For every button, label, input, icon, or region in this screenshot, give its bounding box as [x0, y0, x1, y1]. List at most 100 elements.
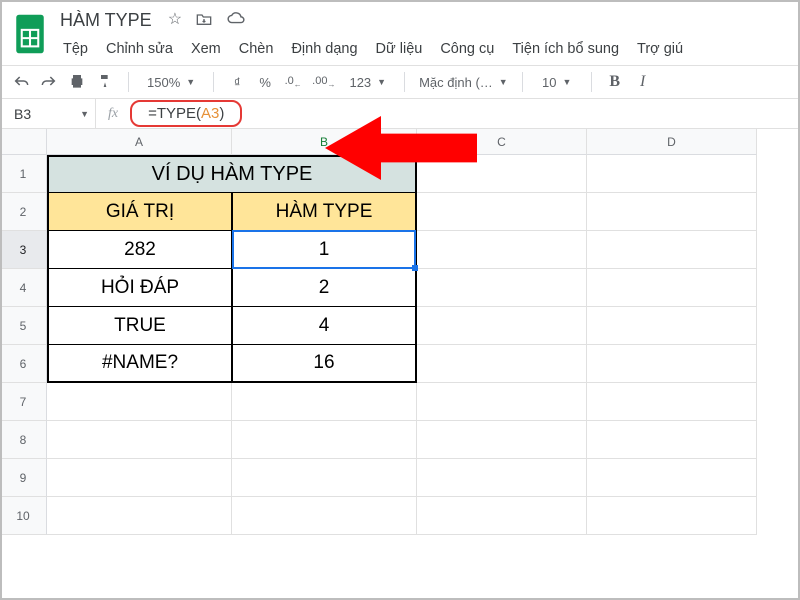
number-format-label: 123 [349, 75, 371, 90]
chevron-down-icon: ▼ [80, 109, 89, 119]
cell-d8[interactable] [587, 421, 757, 459]
cell-a1[interactable]: VÍ DỤ HÀM TYPE [47, 155, 417, 193]
cell-a5[interactable]: TRUE [47, 307, 232, 345]
row-header-6[interactable]: 6 [0, 345, 47, 383]
cell-c8[interactable] [417, 421, 587, 459]
italic-button[interactable]: I [634, 73, 652, 91]
star-icon[interactable]: ☆ [168, 12, 182, 30]
cell-d3[interactable] [587, 231, 757, 269]
cell-a9[interactable] [47, 459, 232, 497]
cell-a2[interactable]: GIÁ TRỊ [47, 193, 232, 231]
chevron-down-icon: ▼ [377, 77, 386, 87]
cell-d7[interactable] [587, 383, 757, 421]
font-family-label: Mặc định (… [419, 75, 493, 90]
menu-edit[interactable]: Chỉnh sửa [103, 39, 176, 59]
row-header-10[interactable]: 10 [0, 497, 47, 535]
bold-button[interactable]: B [606, 73, 624, 91]
row-header-1[interactable]: 1 [0, 155, 47, 193]
name-box-value: B3 [14, 106, 31, 122]
cell-a10[interactable] [47, 497, 232, 535]
menu-bar: Tệp Chỉnh sửa Xem Chèn Định dạng Dữ liệu… [56, 33, 790, 65]
cell-a3[interactable]: 282 [47, 231, 232, 269]
undo-button[interactable] [12, 74, 30, 91]
cloud-status-icon[interactable] [226, 12, 246, 30]
font-family-dropdown[interactable]: Mặc định (… ▼ [419, 75, 508, 90]
spreadsheet-grid[interactable]: A B C D 1 VÍ DỤ HÀM TYPE 2 GIÁ TRỊ HÀM T… [0, 129, 800, 535]
cell-a7[interactable] [47, 383, 232, 421]
cell-c6[interactable] [417, 345, 587, 383]
cell-b3[interactable]: 1 [232, 231, 417, 269]
formula-cell-ref: A3 [201, 105, 219, 122]
cell-a8[interactable] [47, 421, 232, 459]
menu-view[interactable]: Xem [188, 39, 224, 59]
format-percent-button[interactable]: % [256, 75, 274, 90]
cell-b5[interactable]: 4 [232, 307, 417, 345]
cell-b2[interactable]: HÀM TYPE [232, 193, 417, 231]
cell-b9[interactable] [232, 459, 417, 497]
select-all-corner[interactable] [0, 129, 47, 155]
cell-d10[interactable] [587, 497, 757, 535]
column-header-b[interactable]: B [232, 129, 417, 155]
toolbar: 150% ▼ ₫ % .0← .00→ 123 ▼ Mặc định (… ▼ … [0, 65, 800, 99]
cell-d9[interactable] [587, 459, 757, 497]
cell-c9[interactable] [417, 459, 587, 497]
chevron-down-icon: ▼ [499, 77, 508, 87]
redo-button[interactable] [40, 74, 58, 91]
sheets-logo-icon[interactable] [10, 8, 50, 60]
cell-b7[interactable] [232, 383, 417, 421]
decrease-decimal-button[interactable]: .0← [284, 75, 302, 89]
format-currency-button[interactable]: ₫ [228, 75, 246, 90]
menu-addons[interactable]: Tiện ích bổ sung [509, 39, 622, 59]
name-box[interactable]: B3 ▼ [0, 106, 95, 122]
menu-tools[interactable]: Công cụ [437, 39, 497, 59]
cell-c10[interactable] [417, 497, 587, 535]
row-header-3[interactable]: 3 [0, 231, 47, 269]
cell-d2[interactable] [587, 193, 757, 231]
cell-d1[interactable] [587, 155, 757, 193]
cell-c4[interactable] [417, 269, 587, 307]
chevron-down-icon: ▼ [186, 77, 195, 87]
paint-format-button[interactable] [96, 73, 114, 92]
column-header-d[interactable]: D [587, 129, 757, 155]
column-header-a[interactable]: A [47, 129, 232, 155]
column-header-c[interactable]: C [417, 129, 587, 155]
increase-decimal-button[interactable]: .00→ [312, 75, 335, 89]
cell-c2[interactable] [417, 193, 587, 231]
cell-a6[interactable]: #NAME? [47, 345, 232, 383]
cell-c7[interactable] [417, 383, 587, 421]
cell-d5[interactable] [587, 307, 757, 345]
cell-b4[interactable]: 2 [232, 269, 417, 307]
row-header-7[interactable]: 7 [0, 383, 47, 421]
cell-d6[interactable] [587, 345, 757, 383]
cell-d4[interactable] [587, 269, 757, 307]
menu-format[interactable]: Định dạng [288, 39, 360, 59]
cell-a4[interactable]: HỎI ĐÁP [47, 269, 232, 307]
cell-b8[interactable] [232, 421, 417, 459]
row-header-9[interactable]: 9 [0, 459, 47, 497]
print-button[interactable] [68, 73, 86, 92]
formula-text-suffix: ) [219, 105, 224, 122]
menu-insert[interactable]: Chèn [236, 39, 277, 59]
cell-c1[interactable] [417, 155, 587, 193]
zoom-value: 150% [147, 75, 180, 90]
formula-input[interactable]: =TYPE(A3) [130, 100, 242, 127]
cell-b10[interactable] [232, 497, 417, 535]
menu-data[interactable]: Dữ liệu [373, 39, 426, 59]
menu-help[interactable]: Trợ giú [634, 39, 686, 59]
menu-file[interactable]: Tệp [60, 39, 91, 59]
cell-c3[interactable] [417, 231, 587, 269]
document-title[interactable]: HÀM TYPE [56, 8, 156, 33]
font-size-dropdown[interactable]: 10 ▼ [537, 75, 577, 90]
row-header-4[interactable]: 4 [0, 269, 47, 307]
zoom-dropdown[interactable]: 150% ▼ [143, 75, 199, 90]
font-size-value: 10 [542, 75, 556, 90]
row-header-2[interactable]: 2 [0, 193, 47, 231]
chevron-down-icon: ▼ [562, 77, 571, 87]
number-format-dropdown[interactable]: 123 ▼ [345, 75, 390, 90]
cell-c5[interactable] [417, 307, 587, 345]
move-icon[interactable] [196, 12, 212, 30]
row-header-8[interactable]: 8 [0, 421, 47, 459]
cell-b6[interactable]: 16 [232, 345, 417, 383]
row-header-5[interactable]: 5 [0, 307, 47, 345]
formula-text-prefix: =TYPE( [148, 105, 201, 122]
